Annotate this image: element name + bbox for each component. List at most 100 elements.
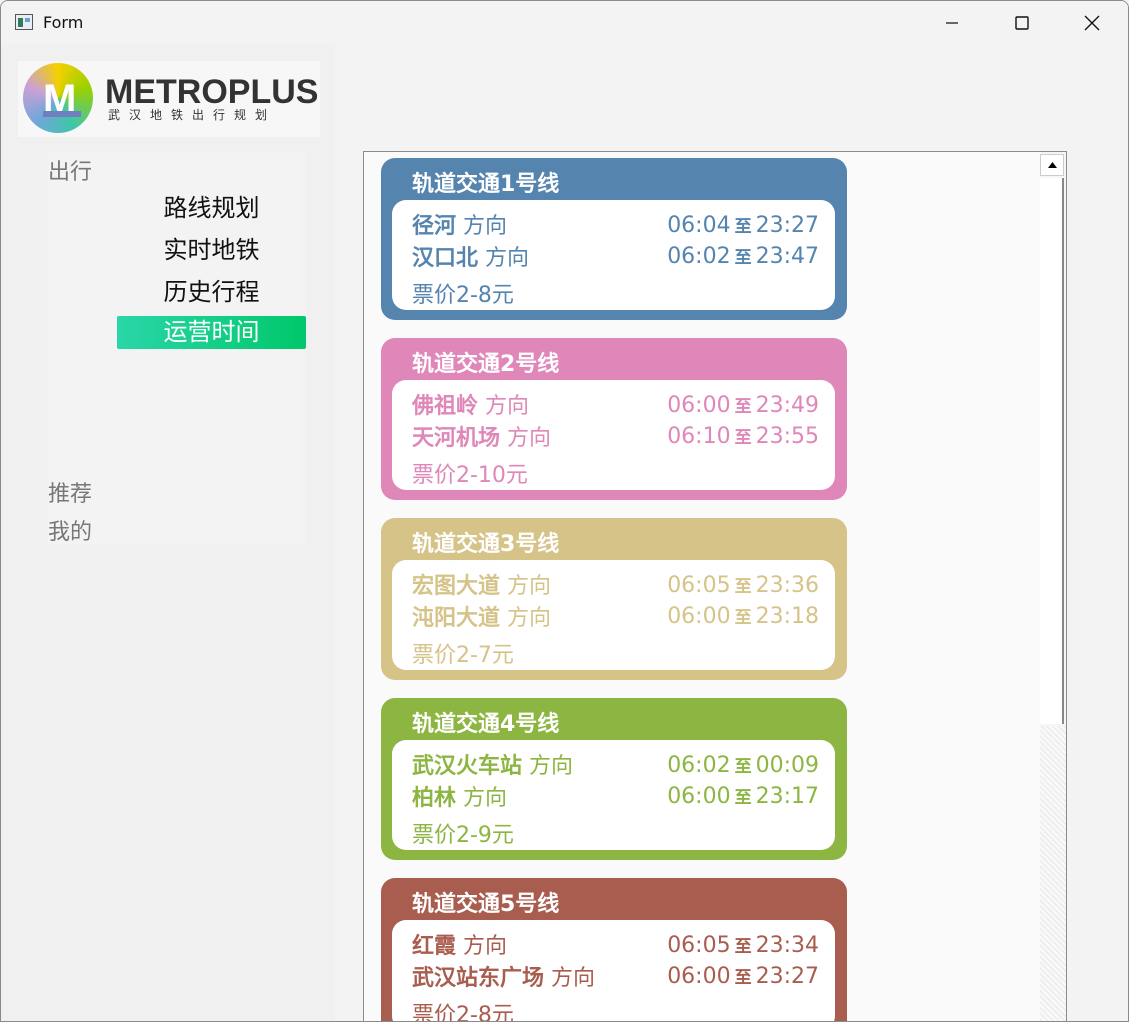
- vertical-scrollbar[interactable]: [1040, 152, 1066, 1021]
- direction-2-suffix: 方向: [551, 966, 596, 991]
- nav-group-mine[interactable]: 我的: [48, 514, 92, 546]
- direction-2-start: 06:02: [667, 244, 731, 269]
- line-card-body: 佛祖岭 方向 06:00 至 23:49 天河机场 方向 06:10 至 23:55 票…: [392, 380, 835, 490]
- line-card[interactable]: 轨道交通2号线 佛祖岭 方向 06:00 至 23:49 天河机场 方向 06:10…: [381, 338, 847, 500]
- ticket-price: 票价2-8元: [412, 1003, 514, 1022]
- direction-2: 沌阳大道 方向: [412, 600, 551, 632]
- close-button[interactable]: [1069, 1, 1115, 45]
- direction-1-suffix: 方向: [529, 754, 574, 779]
- direction-1-station: 红霞: [412, 934, 457, 959]
- direction-1-to: 至: [734, 577, 752, 597]
- sidebar: M METROPLUS 武汉地铁出行规划 出行 路线规划 实时地铁 历史行程 运…: [1, 45, 335, 1021]
- direction-2-to: 至: [734, 788, 752, 808]
- nav-item-operating-hours[interactable]: 运营时间: [117, 316, 306, 349]
- direction-1-hours: 06:05 至 23:36: [667, 572, 819, 598]
- direction-1-start: 06:05: [667, 933, 731, 958]
- direction-1: 武汉火车站 方向: [412, 748, 573, 780]
- direction-2-end: 23:27: [755, 964, 819, 989]
- line-card[interactable]: 轨道交通1号线 径河 方向 06:04 至 23:27 汉口北 方向 06:02 至 2…: [381, 158, 847, 320]
- nav-item-route-planning[interactable]: 路线规划: [117, 192, 306, 225]
- direction-2-hours: 06:00 至 23:17: [667, 783, 819, 809]
- direction-2-start: 06:10: [667, 424, 731, 449]
- nav-group-travel[interactable]: 出行: [48, 154, 92, 186]
- minimize-button[interactable]: [929, 1, 975, 45]
- maximize-button[interactable]: [999, 1, 1045, 45]
- line-card[interactable]: 轨道交通5号线 红霞 方向 06:05 至 23:34 武汉站东广场 方向 06:0…: [381, 878, 847, 1022]
- direction-1-start: 06:05: [667, 573, 731, 598]
- direction-1-station: 佛祖岭: [412, 394, 479, 419]
- line-title: 轨道交通2号线: [412, 352, 560, 377]
- scroll-track[interactable]: [1040, 726, 1066, 1021]
- direction-1-hours: 06:02 至 00:09: [667, 752, 819, 778]
- direction-1-end: 00:09: [755, 753, 819, 778]
- ticket-price: 票价2-10元: [412, 463, 528, 488]
- direction-2-to: 至: [734, 428, 752, 448]
- direction-1-end: 23:27: [755, 213, 819, 238]
- direction-1-hours: 06:00 至 23:49: [667, 392, 819, 418]
- line-card-body: 红霞 方向 06:05 至 23:34 武汉站东广场 方向 06:00 至 23:27 …: [392, 920, 835, 1022]
- minimize-icon: [946, 22, 958, 24]
- direction-1: 径河 方向: [412, 208, 507, 240]
- direction-2-to: 至: [734, 608, 752, 628]
- direction-1-hours: 06:04 至 23:27: [667, 212, 819, 238]
- direction-2-suffix: 方向: [463, 786, 508, 811]
- line-card[interactable]: 轨道交通4号线 武汉火车站 方向 06:02 至 00:09 柏林 方向 06:00…: [381, 698, 847, 860]
- direction-1-end: 23:34: [755, 933, 819, 958]
- nav-item-realtime-metro[interactable]: 实时地铁: [117, 234, 306, 267]
- direction-2-station: 柏林: [412, 786, 457, 811]
- line-card-body: 宏图大道 方向 06:05 至 23:36 沌阳大道 方向 06:00 至 23:18 …: [392, 560, 835, 670]
- nav-panel: 出行 路线规划 实时地铁 历史行程 运营时间 推荐 我的: [48, 152, 306, 546]
- line-title: 轨道交通1号线: [412, 172, 560, 197]
- line-card-body: 径河 方向 06:04 至 23:27 汉口北 方向 06:02 至 23:47 票价2…: [392, 200, 835, 310]
- logo: M METROPLUS 武汉地铁出行规划: [18, 61, 320, 137]
- logo-subtitle: 武汉地铁出行规划: [108, 108, 277, 122]
- direction-1: 宏图大道 方向: [412, 568, 551, 600]
- direction-2: 天河机场 方向: [412, 420, 551, 452]
- direction-1-end: 23:49: [755, 393, 819, 418]
- maximize-icon: [1015, 16, 1029, 30]
- direction-1: 佛祖岭 方向: [412, 388, 529, 420]
- schedule-list[interactable]: 轨道交通1号线 径河 方向 06:04 至 23:27 汉口北 方向 06:02 至 2…: [363, 151, 1067, 1022]
- direction-2-start: 06:00: [667, 964, 731, 989]
- direction-1-suffix: 方向: [463, 934, 508, 959]
- direction-2: 柏林 方向: [412, 780, 507, 812]
- direction-2-suffix: 方向: [507, 426, 552, 451]
- ticket-price: 票价2-8元: [412, 283, 514, 308]
- direction-1: 红霞 方向: [412, 928, 507, 960]
- direction-2-hours: 06:00 至 23:27: [667, 963, 819, 989]
- ticket-price: 票价2-9元: [412, 823, 514, 848]
- direction-1-station: 径河: [412, 214, 457, 239]
- direction-2: 汉口北 方向: [412, 240, 529, 272]
- direction-1-start: 06:04: [667, 213, 731, 238]
- title-bar[interactable]: Form: [1, 1, 1128, 45]
- direction-1-to: 至: [734, 397, 752, 417]
- line-title: 轨道交通3号线: [412, 532, 560, 557]
- direction-1-suffix: 方向: [463, 214, 508, 239]
- direction-2-end: 23:18: [755, 604, 819, 629]
- direction-1-station: 武汉火车站: [412, 754, 523, 779]
- direction-1-to: 至: [734, 757, 752, 777]
- direction-1-hours: 06:05 至 23:34: [667, 932, 819, 958]
- scroll-up-arrow-icon: [1047, 162, 1057, 168]
- direction-2-end: 23:55: [755, 424, 819, 449]
- direction-2-end: 23:17: [755, 784, 819, 809]
- app-window: Form M METROPLUS 武汉地铁出行规划 出行 路线规划 实时地铁 历…: [0, 0, 1129, 1022]
- direction-2-station: 沌阳大道: [412, 606, 501, 631]
- direction-2-station: 天河机场: [412, 426, 501, 451]
- scroll-up-button[interactable]: [1040, 154, 1064, 176]
- close-icon: [1084, 15, 1100, 31]
- direction-1-to: 至: [734, 937, 752, 957]
- direction-2-to: 至: [734, 968, 752, 988]
- direction-2-suffix: 方向: [507, 606, 552, 631]
- direction-2-start: 06:00: [667, 604, 731, 629]
- nav-group-recommend[interactable]: 推荐: [48, 476, 92, 508]
- scroll-thumb[interactable]: [1040, 178, 1064, 724]
- direction-1-suffix: 方向: [485, 394, 530, 419]
- nav-item-history-trips[interactable]: 历史行程: [117, 276, 306, 309]
- direction-1-start: 06:02: [667, 753, 731, 778]
- line-card[interactable]: 轨道交通3号线 宏图大道 方向 06:05 至 23:36 沌阳大道 方向 06:0…: [381, 518, 847, 680]
- window-title: Form: [43, 13, 84, 32]
- logo-stripe: [43, 111, 81, 117]
- direction-1-start: 06:00: [667, 393, 731, 418]
- line-card-body: 武汉火车站 方向 06:02 至 00:09 柏林 方向 06:00 至 23:17 票…: [392, 740, 835, 850]
